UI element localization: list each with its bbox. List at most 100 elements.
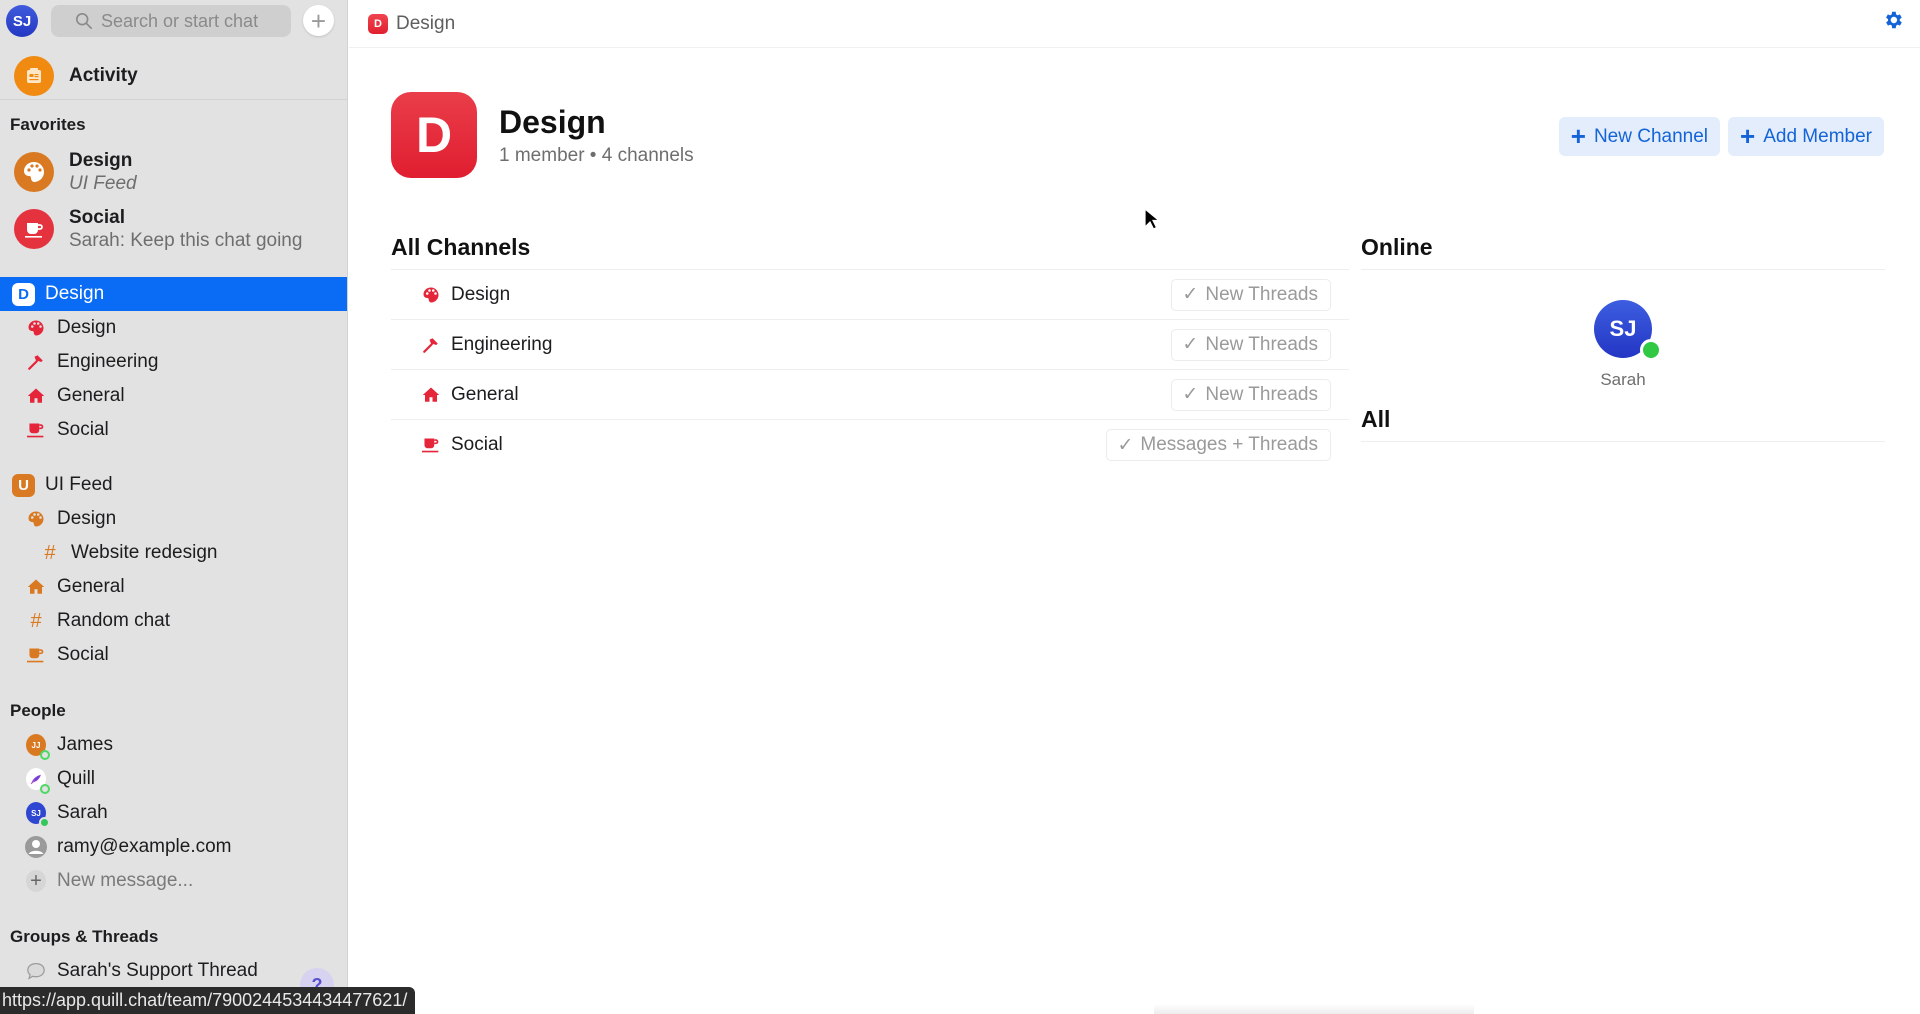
favorite-subtitle: UI Feed bbox=[69, 172, 137, 194]
search-icon bbox=[75, 12, 93, 30]
sidebar-person-sarah[interactable]: SJ Sarah bbox=[0, 796, 347, 830]
sidebar-team-ui-feed[interactable]: U UI Feed bbox=[0, 468, 347, 502]
avatar-initials: JJ bbox=[31, 740, 41, 750]
notification-setting-button[interactable]: ✓ New Threads bbox=[1171, 378, 1331, 411]
sidebar-team-design[interactable]: D Design bbox=[0, 277, 347, 311]
channel-label: Engineering bbox=[57, 351, 159, 372]
coffee-cup-icon bbox=[421, 435, 441, 455]
new-chat-button[interactable]: + bbox=[303, 5, 334, 36]
gear-icon[interactable] bbox=[1882, 9, 1904, 31]
palette-icon bbox=[26, 318, 46, 338]
channel-row[interactable]: Engineering ✓ New Threads bbox=[391, 320, 1349, 370]
header-actions: + New Channel + Add Member bbox=[1558, 117, 1884, 156]
thread-label: Sarah's Support Thread bbox=[57, 960, 258, 981]
favorite-last-message: Sarah: Keep this chat going bbox=[69, 229, 303, 251]
new-message-button[interactable]: + New message... bbox=[0, 864, 347, 898]
team-logo: D bbox=[391, 92, 477, 178]
person-avatar-wrap: SJ bbox=[26, 802, 50, 828]
favorite-item-design[interactable]: Design UI Feed bbox=[0, 144, 347, 200]
team-summary: 1 member • 4 channels bbox=[499, 145, 694, 166]
breadcrumb-label: Design bbox=[396, 12, 456, 34]
breadcrumb[interactable]: D Design bbox=[368, 13, 455, 35]
add-member-label: Add Member bbox=[1763, 125, 1872, 147]
all-channels-title: All Channels bbox=[391, 226, 1349, 270]
channel-label: Social bbox=[57, 419, 109, 440]
page-title: Design bbox=[499, 104, 606, 140]
palette-icon bbox=[26, 509, 46, 529]
channel-row[interactable]: General ✓ New Threads bbox=[391, 370, 1349, 420]
channel-row[interactable]: Design ✓ New Threads bbox=[391, 270, 1349, 320]
team-name: UI Feed bbox=[45, 474, 113, 495]
link-status-url: https://app.quill.chat/team/790024453443… bbox=[0, 987, 416, 1014]
team-badge: U bbox=[12, 473, 35, 497]
new-channel-button[interactable]: + New Channel bbox=[1558, 117, 1721, 156]
coffee-cup-icon bbox=[26, 420, 46, 440]
sidebar-person-quill[interactable]: Quill bbox=[0, 762, 347, 796]
favorite-title: Social bbox=[69, 206, 125, 228]
sidebar: SJ Search or start chat + Activity Favor… bbox=[0, 0, 348, 1014]
plus-icon-wrap: + bbox=[26, 870, 46, 892]
person-avatar-wrap: JJ bbox=[26, 734, 50, 760]
person-avatar-wrap bbox=[26, 768, 50, 794]
sidebar-channel-social[interactable]: Social bbox=[0, 413, 347, 447]
mouse-cursor-icon bbox=[1144, 208, 1160, 230]
palette-icon bbox=[421, 285, 441, 305]
person-name: Sarah bbox=[57, 802, 108, 823]
plus-icon: + bbox=[310, 5, 327, 36]
person-avatar-wrap bbox=[25, 836, 47, 858]
channel-row[interactable]: Social ✓ Messages + Threads bbox=[391, 420, 1349, 470]
sidebar-channel-engineering[interactable]: Engineering bbox=[0, 345, 347, 379]
channel-label: General bbox=[57, 576, 125, 597]
house-icon bbox=[26, 386, 46, 406]
quill-logo-icon bbox=[26, 768, 50, 794]
sidebar-channel-design[interactable]: Design bbox=[0, 311, 347, 345]
sidebar-item-activity[interactable]: Activity bbox=[0, 52, 347, 100]
members-panel: Online SJ Sarah All bbox=[1361, 226, 1885, 442]
notification-setting-label: New Threads bbox=[1205, 333, 1318, 355]
checkmark-icon: ✓ bbox=[1182, 384, 1199, 405]
bottom-shadow bbox=[1154, 1004, 1474, 1014]
notification-setting-button[interactable]: ✓ New Threads bbox=[1171, 278, 1331, 311]
activity-label: Activity bbox=[69, 64, 138, 86]
favorite-item-social[interactable]: Social Sarah: Keep this chat going bbox=[0, 201, 347, 257]
search-input[interactable]: Search or start chat bbox=[51, 5, 291, 37]
all-members-title: All bbox=[1361, 398, 1885, 442]
sidebar-person-ramy[interactable]: ramy@example.com bbox=[0, 830, 347, 864]
sidebar-channel-general[interactable]: General bbox=[0, 570, 347, 604]
notification-setting-label: Messages + Threads bbox=[1140, 434, 1318, 455]
checkmark-icon: ✓ bbox=[1182, 334, 1199, 355]
palette-icon bbox=[14, 152, 54, 192]
avatar: SJ bbox=[26, 802, 50, 828]
sidebar-channel-website-redesign[interactable]: # Website redesign bbox=[0, 536, 347, 570]
channel-name: Design bbox=[451, 283, 511, 305]
house-icon bbox=[421, 385, 441, 405]
sidebar-channel-general[interactable]: General bbox=[0, 379, 347, 413]
online-title: Online bbox=[1361, 226, 1885, 270]
online-status-icon bbox=[1640, 339, 1662, 361]
hash-icon: # bbox=[44, 542, 56, 564]
notification-setting-button[interactable]: ✓ Messages + Threads bbox=[1106, 429, 1331, 461]
favorites-title: Favorites bbox=[10, 115, 86, 134]
add-member-button[interactable]: + Add Member bbox=[1728, 117, 1884, 156]
sidebar-header: SJ Search or start chat + bbox=[0, 0, 347, 40]
new-message-label: New message... bbox=[57, 870, 194, 891]
sidebar-thread-sarahs-support[interactable]: Sarah's Support Thread bbox=[0, 954, 347, 988]
channel-label: General bbox=[57, 385, 125, 406]
channel-label: Design bbox=[57, 508, 117, 529]
sidebar-channel-random-chat[interactable]: # Random chat bbox=[0, 604, 347, 638]
avatar-initials: SJ bbox=[31, 808, 41, 818]
sidebar-channel-design[interactable]: Design bbox=[0, 502, 347, 536]
user-avatar[interactable]: SJ bbox=[6, 5, 38, 37]
online-status-icon bbox=[40, 750, 50, 760]
notification-setting-button[interactable]: ✓ New Threads bbox=[1171, 328, 1331, 361]
activity-icon bbox=[14, 55, 54, 96]
member-name: Sarah bbox=[1600, 370, 1646, 389]
sidebar-person-james[interactable]: JJ James bbox=[0, 728, 347, 762]
sidebar-channel-social[interactable]: Social bbox=[0, 638, 347, 672]
channel-name: Social bbox=[451, 434, 503, 455]
house-icon bbox=[26, 577, 46, 597]
checkmark-icon: ✓ bbox=[1117, 434, 1134, 456]
notification-setting-label: New Threads bbox=[1205, 283, 1318, 305]
team-badge: D bbox=[12, 282, 35, 306]
favorite-title: Design bbox=[69, 149, 133, 171]
